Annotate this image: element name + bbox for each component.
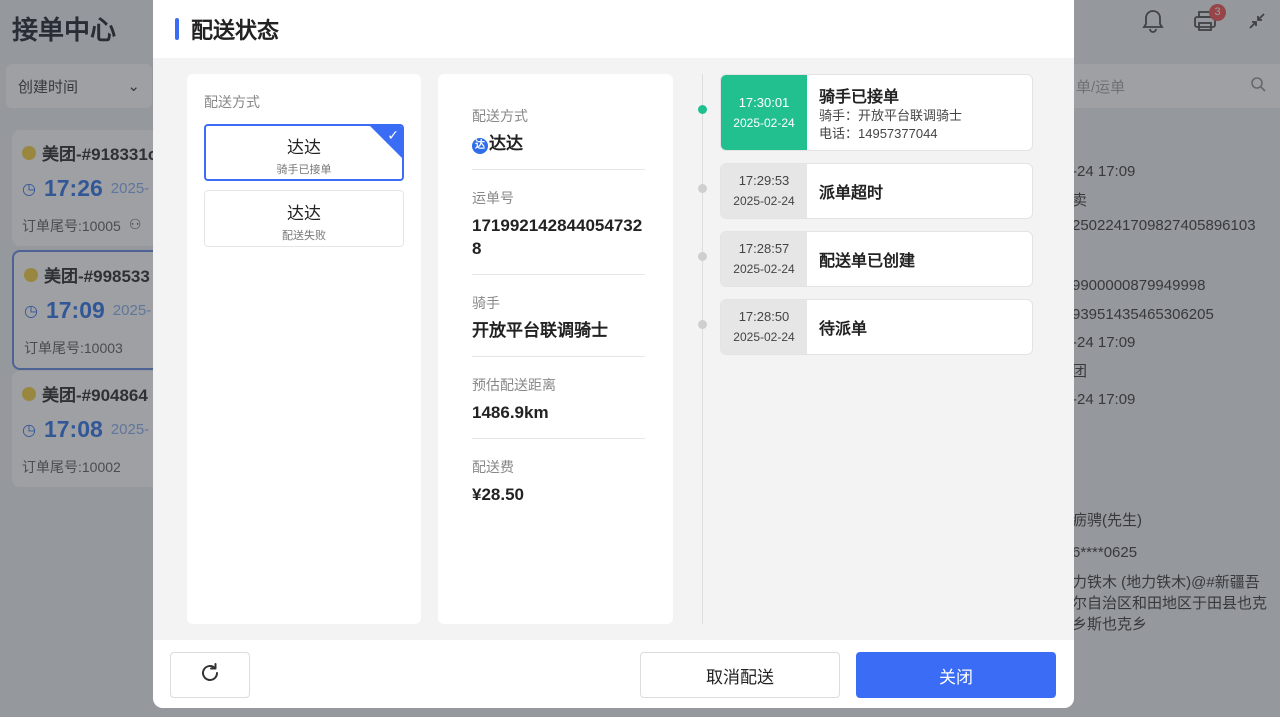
delivery-status-modal: 配送状态 配送方式 达达 骑手已接单 ✓ 达达 配送失败 配送方式 达达达 运单… [153,0,1074,708]
title-accent-bar [175,18,179,40]
delivery-method-label: 配送方式 [204,94,260,110]
option-status: 骑手已接单 [276,164,332,176]
fee-value: ¥28.50 [472,485,524,504]
timeline-time: 17:30:01 [738,94,790,110]
timeline-dot [698,252,707,261]
timeline-phone: 电话：14957377044 [819,125,938,141]
timeline-timestamp: 17:29:53 2025-02-24 [721,164,807,218]
timeline-date: 2025-02-24 [733,115,795,130]
timeline-status: 派单超时 [819,185,884,202]
timeline-item: 17:29:53 2025-02-24 派单超时 [720,163,1033,219]
timeline-dot [698,184,707,193]
timeline-status: 配送单已创建 [819,253,916,270]
timeline-date: 2025-02-24 [733,330,795,344]
cancel-delivery-button[interactable]: 取消配送 [640,652,840,698]
modal-footer: 取消配送 关闭 [153,640,1074,708]
refresh-icon [198,661,222,690]
delivery-option-dada-accepted[interactable]: 达达 骑手已接单 ✓ [204,124,404,181]
delivery-method-panel: 配送方式 达达 骑手已接单 ✓ 达达 配送失败 [187,74,421,624]
timeline-dot [698,320,707,329]
field-label: 配送方式 [472,108,528,124]
field-rider: 骑手 开放平台联调骑士 [472,293,645,357]
distance-value: 1486.9km [472,403,549,422]
timeline-item: 17:28:57 2025-02-24 配送单已创建 [720,231,1033,287]
rider-value: 开放平台联调骑士 [472,321,608,340]
timeline-timestamp: 17:28:57 2025-02-24 [721,232,807,286]
field-label: 配送费 [472,459,514,475]
delivery-detail-panel: 配送方式 达达达 运单号 1719921428440547328 骑手 开放平台… [438,74,673,624]
field-distance: 预估配送距离 1486.9km [472,375,645,439]
timeline-rider: 骑手：开放平台联调骑士 [819,107,963,123]
timeline-status: 待派单 [819,321,868,338]
timeline-date: 2025-02-24 [733,194,795,208]
timeline-timestamp: 17:28:50 2025-02-24 [721,300,807,354]
field-fee: 配送费 ¥28.50 [472,457,645,520]
timeline-status: 骑手已接单 [819,88,900,106]
timeline-item: 17:28:50 2025-02-24 待派单 [720,299,1033,355]
field-label: 运单号 [472,190,514,206]
close-button[interactable]: 关闭 [856,652,1056,698]
timeline-item: 17:30:01 2025-02-24 骑手已接单 骑手：开放平台联调骑士 电话… [720,74,1033,151]
field-label: 骑手 [472,295,500,311]
timeline-time: 17:28:57 [738,241,790,256]
field-label: 预估配送距离 [472,377,556,393]
timeline-time: 17:29:53 [738,173,790,188]
modal-header: 配送状态 [153,0,1074,58]
delivery-timeline: 17:30:01 2025-02-24 骑手已接单 骑手：开放平台联调骑士 电话… [693,74,1053,624]
refresh-button[interactable] [170,652,250,698]
timeline-dot-active [698,105,707,114]
field-waybill: 运单号 1719921428440547328 [472,188,645,275]
timeline-date: 2025-02-24 [733,262,795,276]
option-status: 配送失败 [282,230,326,242]
check-icon: ✓ [387,127,399,143]
method-value: 达达 [489,134,523,153]
modal-title: 配送状态 [191,18,280,43]
dada-logo-icon: 达 [472,137,488,154]
timeline-time: 17:28:50 [738,309,790,324]
option-name: 达达 [287,204,321,223]
waybill-value: 1719921428440547328 [472,216,643,258]
field-method: 配送方式 达达达 [472,106,645,170]
timeline-line [702,74,703,624]
timeline-timestamp: 17:30:01 2025-02-24 [721,75,807,150]
delivery-option-dada-failed[interactable]: 达达 配送失败 [204,190,404,247]
